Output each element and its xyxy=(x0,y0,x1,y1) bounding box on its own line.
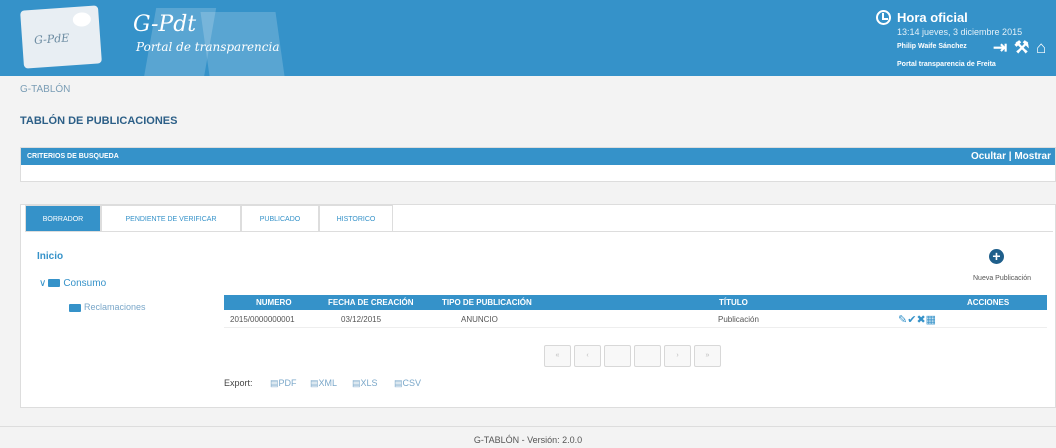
official-time-date: 13:14 jueves, 3 diciembre 2015 xyxy=(897,27,1023,37)
search-criteria-panel: CRITERIOS DE BUSQUEDA Ocultar | Mostrar xyxy=(20,147,1056,182)
tree-root[interactable]: Inicio xyxy=(37,251,63,262)
user-name[interactable]: Philip Waife Sánchez xyxy=(897,43,967,50)
table-header: NUMERO FECHA DE CREACIÓN TIPO DE PUBLICA… xyxy=(224,295,1047,310)
breadcrumb[interactable]: G-TABLÓN xyxy=(20,84,70,95)
column-tipo[interactable]: TIPO DE PUBLICACIÓN xyxy=(442,298,532,307)
column-fecha[interactable]: FECHA DE CREACIÓN xyxy=(328,298,413,307)
publications-panel: BORRADOR PENDIENTE DE VERIFICAR PUBLICAD… xyxy=(20,204,1056,408)
printer-icon: ▤ xyxy=(310,378,319,388)
chevron-down-icon: ∨ xyxy=(39,278,47,289)
cell-fecha: 03/12/2015 xyxy=(341,315,382,324)
export-bar: Export: ▤PDF ▤XML ▤XLS ▤CSV xyxy=(224,378,421,388)
prev-page-button[interactable]: ‹ xyxy=(574,345,601,367)
last-page-button[interactable]: » xyxy=(694,345,721,367)
tree-item-consumo[interactable]: ∨ Consumo xyxy=(39,278,106,289)
tree-item-label: Consumo xyxy=(63,278,107,289)
add-publication-label[interactable]: Nueva Publicación xyxy=(973,275,1031,282)
first-page-button[interactable]: « xyxy=(544,345,571,367)
publications-table: NUMERO FECHA DE CREACIÓN TIPO DE PUBLICA… xyxy=(224,295,1047,328)
logo-text: G-PdE xyxy=(33,31,70,47)
tab-pendiente[interactable]: PENDIENTE DE VERIFICAR xyxy=(101,205,241,231)
page-title: TABLÓN DE PUBLICACIONES xyxy=(20,115,178,127)
cell-titulo: Publicación xyxy=(718,315,759,324)
delete-icon[interactable]: ✖ xyxy=(916,314,925,326)
cell-numero: 2015/0000000001 xyxy=(230,315,295,324)
official-time-title: Hora oficial xyxy=(897,10,968,25)
add-publication-button[interactable]: + xyxy=(989,249,1004,264)
export-xls[interactable]: ▤XLS xyxy=(352,378,378,389)
folder-icon xyxy=(69,303,81,312)
tree-item-label: Reclamaciones xyxy=(84,302,146,312)
tab-historico[interactable]: HISTORICO xyxy=(319,205,393,231)
pin-icon xyxy=(72,11,92,28)
column-titulo[interactable]: TÍTULO xyxy=(719,298,748,307)
building-icon[interactable]: ⌂ xyxy=(1036,38,1046,58)
search-criteria-title: CRITERIOS DE BUSQUEDA xyxy=(27,153,119,160)
column-numero[interactable]: NUMERO xyxy=(256,298,292,307)
footer-version: G-TABLÓN - Versión: 2.0.0 xyxy=(0,426,1056,448)
printer-icon: ▤ xyxy=(394,378,403,388)
tab-publicado[interactable]: PUBLICADO xyxy=(241,205,319,231)
table-row[interactable]: 2015/0000000001 03/12/2015 ANUNCIO Publi… xyxy=(224,310,1047,328)
logo[interactable]: G-PdE xyxy=(20,5,102,69)
edit-icon[interactable]: ✎ xyxy=(898,314,907,326)
export-csv[interactable]: ▤CSV xyxy=(394,378,421,389)
printer-icon: ▤ xyxy=(270,378,279,388)
page-button[interactable] xyxy=(634,345,661,367)
criteria-toggle-link[interactable]: Ocultar | Mostrar xyxy=(971,151,1051,162)
tools-icon[interactable]: ⚒ xyxy=(1014,38,1029,58)
export-pdf[interactable]: ▤PDF xyxy=(270,378,297,389)
export-xml[interactable]: ▤XML xyxy=(310,378,337,389)
tree-item-reclamaciones[interactable]: Reclamaciones xyxy=(69,302,146,312)
column-acciones: ACCIONES xyxy=(967,298,1010,307)
portal-name[interactable]: Portal transparencia de Freita xyxy=(897,61,996,68)
clock-icon xyxy=(876,10,891,25)
next-page-button[interactable]: › xyxy=(664,345,691,367)
printer-icon: ▤ xyxy=(352,378,361,388)
brand-subtitle: Portal de transparencia xyxy=(136,40,280,54)
page-button[interactable] xyxy=(604,345,631,367)
app-header: G-PdE G-Pdt Portal de transparencia Hora… xyxy=(0,0,1056,76)
export-label: Export: xyxy=(224,378,253,388)
folder-icon xyxy=(48,279,61,288)
brand-name: G-Pdt xyxy=(133,12,197,37)
tab-borrador[interactable]: BORRADOR xyxy=(25,205,101,231)
cell-tipo: ANUNCIO xyxy=(461,315,498,324)
tab-divider xyxy=(25,231,1053,232)
calendar-icon[interactable]: ▦ xyxy=(926,314,936,326)
logout-icon[interactable]: ⇥ xyxy=(993,38,1007,58)
search-criteria-header: CRITERIOS DE BUSQUEDA Ocultar | Mostrar xyxy=(21,148,1055,165)
row-actions: ✎✔✖▦ xyxy=(898,313,936,326)
